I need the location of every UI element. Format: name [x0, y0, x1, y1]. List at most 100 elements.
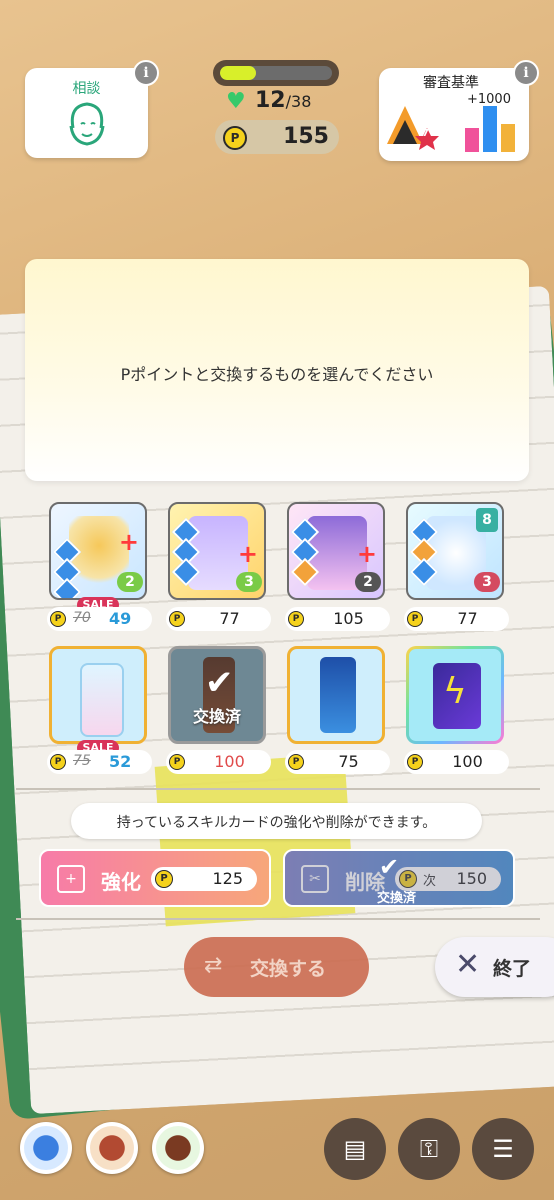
plus-icon: + [118, 528, 139, 556]
bottle-icon [80, 663, 124, 737]
p-coin-icon: P [288, 754, 304, 770]
p-coin-icon: P [169, 754, 185, 770]
price-tag: P 75 [285, 750, 390, 774]
skill-card-2[interactable]: + 3 [168, 502, 266, 600]
exchanged-overlay: ✔ 交換済 [171, 649, 263, 741]
hint-bubble: 持っているスキルカードの強化や削除ができます。 [71, 803, 482, 839]
price-tag: P 70 49 [47, 607, 152, 631]
swap-arrows-icon: ⇄ [204, 953, 223, 978]
info-icon[interactable]: i [513, 60, 539, 86]
old-price: 70 [73, 610, 91, 626]
delete-button[interactable]: ✂ 削除 P 次 150 ✔ 交換済 [283, 849, 515, 907]
close-icon: ✕ [455, 947, 481, 982]
price-value: 75 [338, 752, 359, 771]
enhance-icon: + [57, 865, 85, 893]
face-icon [69, 102, 105, 146]
p-coin-icon: P [223, 126, 247, 150]
hint-text: 持っているスキルカードの強化や削除ができます。 [116, 815, 437, 831]
p-coin-icon: P [288, 611, 304, 627]
menu-icon: ☰ [492, 1135, 514, 1163]
price-tag: P 77 [404, 607, 509, 631]
enhance-cost-value: 125 [212, 869, 243, 888]
cost-badge: 2 [355, 572, 381, 592]
item-card-1[interactable] [49, 646, 147, 744]
exchange-button[interactable]: ⇄ 交換する [184, 937, 369, 997]
skill-card-3[interactable]: + 2 [287, 502, 385, 600]
skill-card-4[interactable]: 8 3 [406, 502, 504, 600]
p-coin-icon: P [169, 611, 185, 627]
enhance-cost: P 125 [151, 867, 257, 891]
heart-icon: ♥ [226, 89, 246, 114]
sale-price: 49 [109, 609, 132, 628]
item-card-3[interactable] [287, 646, 385, 744]
skill-card-1[interactable]: + 2 [49, 502, 147, 600]
p-coin-icon: P [407, 754, 423, 770]
end-button[interactable]: ✕ 終了 [435, 937, 554, 997]
price-tag: P 75 52 [47, 750, 152, 774]
bag-button[interactable]: ⚿ [398, 1118, 460, 1180]
check-icon: ✔ [379, 853, 400, 881]
divider [16, 788, 540, 790]
drink-icon [90, 1126, 134, 1170]
price-tag: P 77 [166, 607, 271, 631]
drink-icon [24, 1126, 68, 1170]
menu-button[interactable]: ☰ [472, 1118, 534, 1180]
bag-icon: ⚿ [419, 1135, 439, 1163]
exchanged-overlay: ✔ 交換済 [285, 851, 513, 906]
held-drink-1[interactable] [20, 1122, 72, 1174]
end-label: 終了 [493, 958, 532, 980]
cost-badge: 3 [474, 572, 500, 592]
stamina-text: 12/38 [255, 88, 311, 113]
enhance-button[interactable]: + 強化 P 125 [39, 849, 271, 907]
info-icon[interactable]: i [133, 60, 159, 86]
message-box: Pポイントと交換するものを選んでください [25, 259, 529, 481]
old-price: 75 [73, 753, 91, 769]
stamina-fill [220, 66, 256, 80]
p-coin-icon: P [155, 870, 173, 888]
document-icon: ▤ [343, 1135, 367, 1163]
price-value: 77 [219, 609, 240, 628]
price-value: 105 [333, 609, 364, 628]
p-coin-icon: P [50, 611, 66, 627]
stamina-max: /38 [285, 92, 312, 111]
item-card-2[interactable]: ✔ 交換済 [168, 646, 266, 744]
lightning-icon: ϟ [443, 671, 467, 712]
cost-badge: 2 [117, 572, 143, 592]
check-icon: ✔ [205, 663, 234, 703]
criteria-label: 審査基準 [423, 75, 479, 91]
exchanged-label: 交換済 [192, 707, 241, 726]
p-coin-icon: P [50, 754, 66, 770]
exchanged-label: 交換済 [377, 891, 417, 906]
held-drink-3[interactable] [152, 1122, 204, 1174]
held-drink-2[interactable] [86, 1122, 138, 1174]
level-badge: 8 [476, 508, 498, 532]
points-value: 155 [283, 124, 329, 149]
exchange-label: 交換する [250, 958, 327, 980]
price-value: 100 [452, 752, 483, 771]
cost-badge: 3 [236, 572, 262, 592]
bottle-icon [320, 657, 356, 733]
deck-button[interactable]: ▤ [324, 1118, 386, 1180]
message-text: Pポイントと交換するものを選んでください [120, 365, 434, 384]
criteria-chart-icon [387, 106, 515, 152]
consult-label: 相談 [72, 81, 101, 97]
plus-icon: + [356, 540, 377, 568]
sale-price: 52 [109, 752, 132, 771]
plus-icon: + [237, 540, 258, 568]
criteria-button[interactable]: 審査基準 +1000 7 i [379, 60, 539, 161]
price-tag: P 100 [166, 750, 271, 774]
points-display: P 155 [215, 120, 339, 154]
price-tag: P 100 [404, 750, 509, 774]
enhance-label: 強化 [101, 870, 141, 894]
price-value: 77 [457, 609, 478, 628]
drink-icon [156, 1126, 200, 1170]
price-tag: P 105 [285, 607, 390, 631]
stamina-bar [213, 60, 339, 86]
p-coin-icon: P [407, 611, 423, 627]
divider [16, 918, 540, 920]
price-value: 100 [214, 752, 245, 771]
stamina-current: 12 [255, 88, 286, 113]
item-card-4[interactable]: ϟ [406, 646, 504, 744]
consult-button[interactable]: 相談 i [25, 60, 159, 158]
criteria-rank: 7 [422, 128, 429, 139]
